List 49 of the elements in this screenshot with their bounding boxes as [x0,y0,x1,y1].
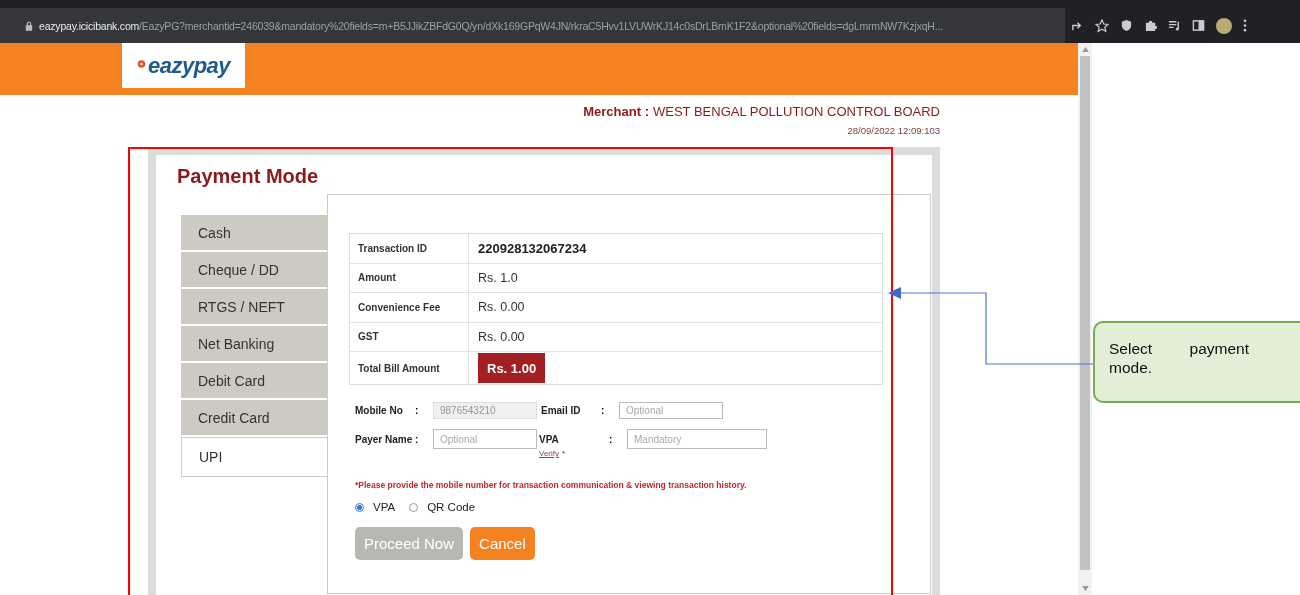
payment-mode-tab[interactable]: UPI [181,437,327,477]
table-cell: Rs. 0.00 [478,300,525,315]
radio-label[interactable]: VPA [373,501,396,513]
field-label: Mobile No [355,405,404,416]
merchant-name: WEST BENGAL POLLUTION CONTROL BOARD [653,104,940,119]
payment-mode-tab[interactable]: Net Banking [181,326,327,361]
scrollbar[interactable] [1078,43,1092,595]
radio-label[interactable]: QR Code [427,501,476,513]
star-icon[interactable] [1095,18,1109,33]
side-panel-icon[interactable] [1192,19,1205,32]
payment-mode-tab[interactable]: Debit Card [181,363,327,398]
colon: : [415,405,420,416]
vpa-input[interactable]: Mandatory [627,429,767,449]
lock-icon [25,20,33,31]
profile-avatar[interactable] [1216,17,1232,34]
payment-mode-tab[interactable]: Credit Card [181,400,327,435]
table-cell: Rs. 1.0 [478,270,518,285]
playlist-icon[interactable] [1168,19,1181,32]
radio-button[interactable] [355,502,364,512]
page-title: Payment Mode [177,164,320,189]
table-cell: GST [350,322,469,351]
timestamp: 28/09/2022 12:09:103 [847,125,940,136]
table-cell: Amount [350,263,469,292]
email-input[interactable]: Optional [619,402,723,419]
colon: : [601,405,606,416]
table-cell: 220928132067234 [478,240,587,256]
payer-name-input[interactable]: Optional [433,429,537,449]
scroll-thumb[interactable] [1080,56,1090,570]
field-label: VPA [539,434,560,445]
shield-icon[interactable] [1120,19,1133,32]
colon: : [609,433,614,445]
callout-note: Select payment mode. [1093,321,1300,403]
logo-text: eazypay [147,52,231,79]
puzzle-icon[interactable] [1144,19,1157,32]
required-mark: * [562,449,566,458]
menu-icon[interactable] [1243,19,1247,32]
payment-mode-tab[interactable]: Cash [181,215,327,250]
table-cell: Transaction ID [350,234,469,263]
merchant-label: Merchant : [583,104,649,119]
table-cell: Rs. 0.00 [478,329,525,344]
payment-mode-tab[interactable]: RTGS / NEFT [181,289,327,324]
table-cell: Convenience Fee [350,293,469,322]
table-cell: Total Bill Amount [350,352,469,384]
field-label: Payer Name : [355,433,420,445]
table-cell: Rs. 1.00 [478,353,546,383]
field-label: Email ID [541,405,582,416]
notice-text: *Please provide the mobile number for transaction communication & viewing transaction history. [355,480,748,490]
verify-link[interactable]: Verify [539,449,559,458]
payment-mode-tab[interactable]: Cheque / DD [181,252,327,287]
